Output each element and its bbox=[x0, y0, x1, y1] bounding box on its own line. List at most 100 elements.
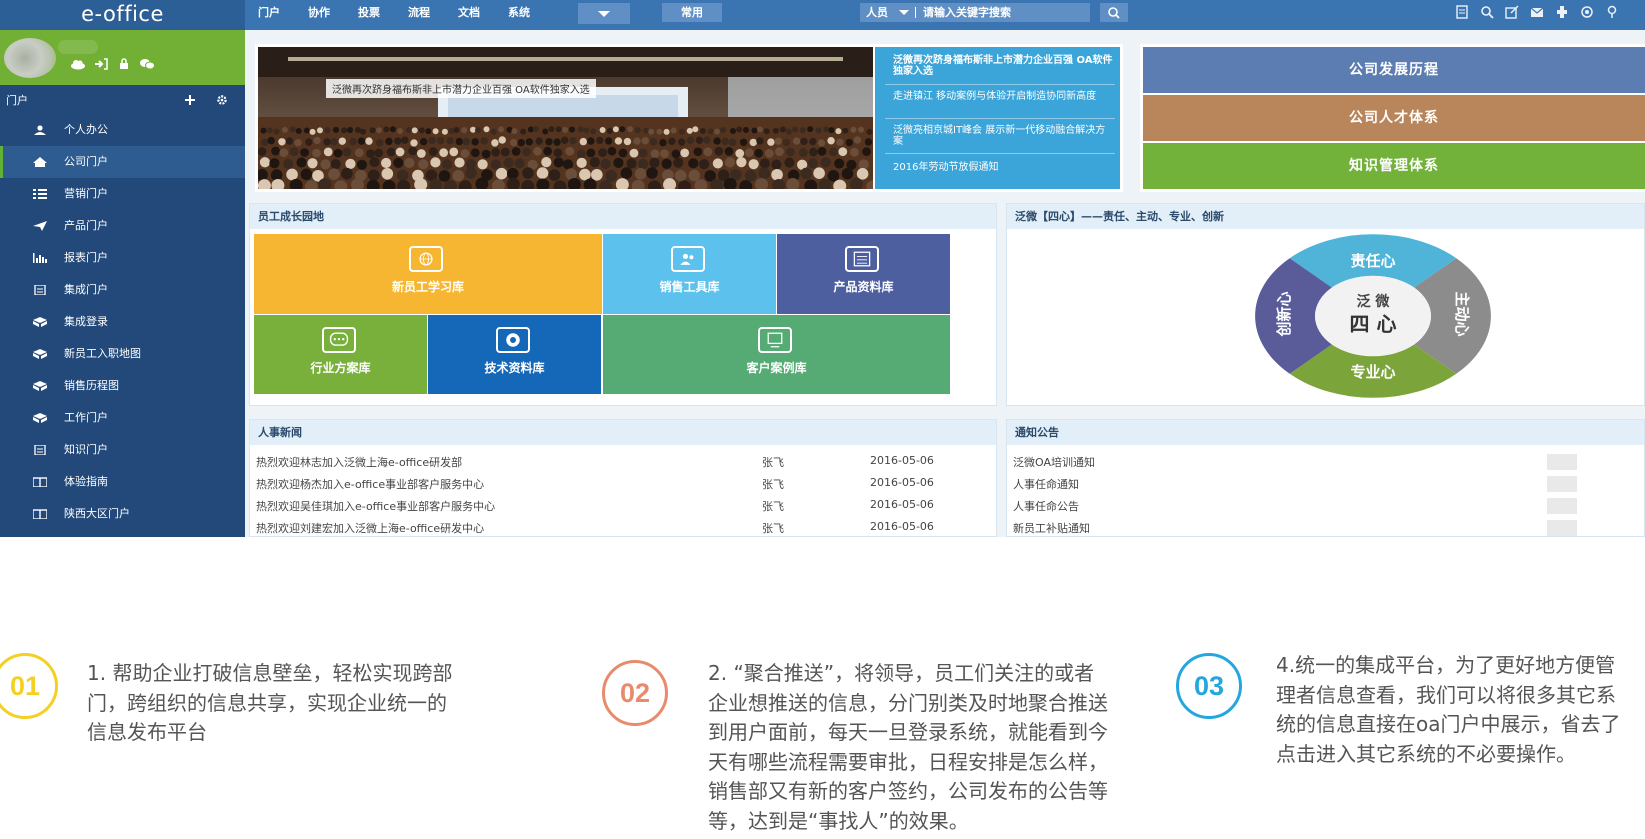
feature-line: 2. “聚合推送”，将领导，员工们关注的或者 bbox=[708, 661, 1095, 685]
customer-cases-tile[interactable]: 客户案例库 bbox=[603, 315, 950, 394]
more-menu-button[interactable] bbox=[578, 3, 630, 24]
tile-label: 产品资料库 bbox=[833, 280, 894, 294]
hr-news-row[interactable]: 热烈欢迎杨杰加入e-office事业部客户服务中心 张飞 2016-05-06 bbox=[250, 473, 996, 495]
eye-icon[interactable] bbox=[1580, 5, 1594, 19]
avatar[interactable] bbox=[4, 38, 56, 78]
globe-icon bbox=[409, 246, 443, 272]
sidebar-item[interactable]: 工作门户 bbox=[0, 402, 245, 434]
talent-system-button[interactable]: 公司人才体系 bbox=[1143, 95, 1645, 141]
feature-text: 2. “聚合推送”，将领导，员工们关注的或者 企业想推送的信息，分门别类及时地聚… bbox=[708, 659, 1148, 836]
product-library-tile[interactable]: 产品资料库 bbox=[777, 234, 950, 314]
oa-portal-screenshot: e-office 门户 协作 投票 流程 文档 系统 常用 人员 请输入关键字搜… bbox=[0, 0, 1645, 537]
notice-title: 通知公告 bbox=[1007, 420, 1644, 445]
cloud-icon[interactable] bbox=[70, 58, 86, 70]
banner-news-item[interactable]: 2016年劳动节放假通知 bbox=[893, 162, 1113, 173]
sidebar-item[interactable]: 陕西大区门户 bbox=[0, 498, 245, 530]
notice-row[interactable]: 泛微OA培训通知 bbox=[1007, 451, 1644, 473]
sidebar-item[interactable]: 集成门户 bbox=[0, 274, 245, 306]
feature-line: 1. 帮助企业打破信息壁垒，轻松实现跨部 bbox=[87, 661, 453, 685]
topnav-collab[interactable]: 协作 bbox=[308, 0, 330, 30]
search-divider bbox=[915, 7, 916, 18]
sidebar-item[interactable]: 个人办公 bbox=[0, 114, 245, 146]
lock-icon[interactable] bbox=[116, 58, 132, 70]
feature-line: 到用户面前，每天一旦登录系统，就能看到今 bbox=[708, 720, 1108, 744]
topnav-system[interactable]: 系统 bbox=[508, 0, 530, 30]
banner-news-item[interactable]: 走进镇江 移动案例与体验开启制造协同新高度 bbox=[893, 91, 1113, 102]
user-panel bbox=[0, 30, 245, 85]
topnav-docs[interactable]: 文档 bbox=[458, 0, 480, 30]
sidebar-item[interactable]: 体验指南 bbox=[0, 466, 245, 498]
common-button[interactable]: 常用 bbox=[662, 3, 722, 22]
conference-photo-image bbox=[258, 47, 873, 189]
sidebar-item[interactable]: 报表门户 bbox=[0, 242, 245, 274]
gear-icon[interactable] bbox=[216, 94, 228, 106]
sidebar-item-label: 报表门户 bbox=[64, 251, 108, 264]
banner-news-item[interactable]: 泛微再次跻身福布斯非上市潜力企业百强 OA软件独家入选 bbox=[893, 55, 1113, 77]
hr-news-date: 2016-05-06 bbox=[870, 520, 934, 533]
sidebar-item[interactable]: 知识门户 bbox=[0, 434, 245, 466]
notice-row[interactable]: 人事任命公告 bbox=[1007, 495, 1644, 517]
quick-link-panel: 公司发展历程 公司人才体系 知识管理体系 bbox=[1140, 44, 1645, 192]
top-bar: e-office 门户 协作 投票 流程 文档 系统 常用 人员 bbox=[0, 0, 1645, 30]
sidebar-item-label: 陕西大区门户 bbox=[64, 507, 130, 520]
company-history-button[interactable]: 公司发展历程 bbox=[1143, 47, 1645, 93]
feature-number-badge: 01 bbox=[0, 653, 58, 719]
portal-section-title: 门户 bbox=[6, 94, 28, 107]
feature-number-badge: 02 bbox=[602, 660, 668, 726]
sidebar-item[interactable]: 公司门户 bbox=[0, 146, 245, 178]
sidebar-item[interactable]: 集成登录 bbox=[0, 306, 245, 338]
banner-caption: 泛微再次跻身福布斯非上市潜力企业百强 OA软件独家入选 bbox=[326, 79, 596, 98]
banner-news-item[interactable]: 泛微亮相京城IT峰会 展示新一代移动融合解决方案 bbox=[893, 125, 1113, 147]
sidebar-item-label: 产品门户 bbox=[64, 219, 108, 232]
app-logo[interactable]: e-office bbox=[0, 0, 245, 30]
sales-tools-tile[interactable]: 销售工具库 bbox=[603, 234, 776, 314]
knowledge-system-button[interactable]: 知识管理体系 bbox=[1143, 143, 1645, 189]
hr-news-date: 2016-05-06 bbox=[870, 498, 934, 511]
notice-text: 新员工补贴通知 bbox=[1013, 522, 1090, 535]
mail-icon[interactable] bbox=[1530, 5, 1544, 19]
location-icon[interactable] bbox=[1605, 5, 1619, 19]
newspaper-icon bbox=[844, 246, 879, 272]
hr-news-text: 热烈欢迎林志加入泛微上海e-office研发部 bbox=[256, 456, 463, 469]
feature-line: 等，达到是“事找人”的效果。 bbox=[708, 808, 969, 833]
tech-library-tile[interactable]: 技术资料库 bbox=[428, 315, 601, 394]
banner-photo[interactable]: 泛微再次跻身福布斯非上市潜力企业百强 OA软件独家入选 bbox=[258, 47, 873, 189]
divider bbox=[885, 153, 1115, 154]
topnav-vote[interactable]: 投票 bbox=[358, 0, 380, 30]
topnav-portal[interactable]: 门户 bbox=[258, 0, 280, 30]
search-button[interactable] bbox=[1100, 3, 1128, 22]
search-scope-select[interactable]: 人员 bbox=[860, 3, 915, 22]
notice-row[interactable]: 新员工补贴通知 bbox=[1007, 517, 1644, 537]
user-quick-icons bbox=[70, 58, 162, 70]
sidebar-item[interactable]: 产品门户 bbox=[0, 210, 245, 242]
search-input[interactable] bbox=[915, 3, 1090, 22]
feature-line: 天有哪些流程需要审批，日程安排是怎么样， bbox=[708, 749, 1108, 774]
hr-news-row[interactable]: 热烈欢迎刘建宏加入泛微上海e-office研发中心 张飞 2016-05-06 bbox=[250, 517, 996, 537]
plus-icon[interactable] bbox=[184, 94, 196, 106]
hr-news-row[interactable]: 热烈欢迎吴佳琪加入e-office事业部客户服务中心 张飞 2016-05-06 bbox=[250, 495, 996, 517]
top-nav: 门户 协作 投票 流程 文档 系统 bbox=[258, 0, 558, 30]
sidebar-item[interactable]: 新员工入职地图 bbox=[0, 338, 245, 370]
industry-solutions-tile[interactable]: 行业方案库 bbox=[254, 315, 427, 394]
feature-line: 统的信息直接在oa门户中展示，省去了 bbox=[1276, 712, 1621, 736]
sidebar-item-label: 个人办公 bbox=[64, 123, 108, 136]
wechat-icon[interactable] bbox=[139, 58, 155, 70]
sidebar-item[interactable]: 营销门户 bbox=[0, 178, 245, 210]
feature-line: 点击进入其它系统的不必要操作。 bbox=[1276, 741, 1576, 766]
sidebar: 门户 个人办公公司门户 营销门户产品门户报表门户集成门户集成登录 新员工入职地图 销售… bbox=[0, 30, 245, 537]
notice-text: 泛微OA培训通知 bbox=[1013, 456, 1095, 469]
topnav-flow[interactable]: 流程 bbox=[408, 0, 430, 30]
external-link-icon[interactable] bbox=[1505, 5, 1519, 19]
new-staff-library-tile[interactable]: 新员工学习库 bbox=[254, 234, 602, 314]
sign-in-icon[interactable] bbox=[93, 58, 109, 70]
feature-number: 03 bbox=[1193, 671, 1225, 701]
sidebar-item[interactable]: 销售历程图 bbox=[0, 370, 245, 402]
settings-icon[interactable] bbox=[1555, 5, 1569, 19]
hr-news-row[interactable]: 热烈欢迎林志加入泛微上海e-office研发部 张飞 2016-05-06 bbox=[250, 451, 996, 473]
notice-row[interactable]: 人事任命通知 bbox=[1007, 473, 1644, 495]
search-icon[interactable] bbox=[1480, 5, 1494, 19]
sidebar-item-label: 集成门户 bbox=[64, 283, 108, 296]
document-icon[interactable] bbox=[1455, 5, 1469, 19]
segment-bottom-label: 专业心 bbox=[1350, 363, 1395, 381]
chevron-down-icon bbox=[598, 11, 610, 17]
